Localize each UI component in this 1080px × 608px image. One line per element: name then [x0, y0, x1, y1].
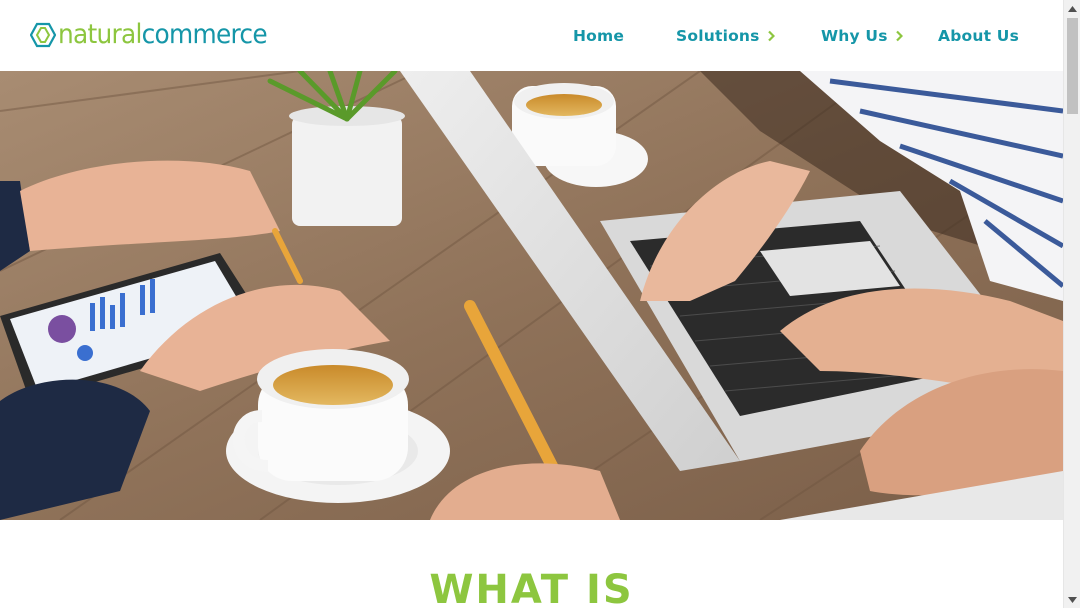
nav-item-label: About Us: [938, 27, 1019, 45]
nav-item-why-us[interactable]: Why Us: [821, 24, 903, 48]
scrollbar-thumb[interactable]: [1067, 18, 1078, 114]
chevron-right-icon: [895, 30, 903, 42]
brand-logo-icon: [30, 22, 56, 48]
nav-item-label: Home: [573, 27, 625, 45]
brand-name-part1: natural: [58, 19, 142, 50]
hero-image: [0, 71, 1063, 520]
vertical-scrollbar[interactable]: [1063, 0, 1080, 608]
nav-item-home[interactable]: Home: [573, 24, 624, 48]
logo-link[interactable]: naturalcommerce: [30, 17, 285, 53]
site-header: naturalcommerce Home Solutions Why Us Ab…: [0, 0, 1063, 71]
nav-item-label: Solutions: [676, 27, 760, 45]
nav-item-solutions[interactable]: Solutions: [676, 24, 775, 48]
section-title: WHAT IS: [429, 567, 634, 608]
page: naturalcommerce Home Solutions Why Us Ab…: [0, 0, 1063, 608]
arrow-down-icon[interactable]: [1064, 591, 1080, 608]
arrow-up-icon[interactable]: [1064, 0, 1080, 17]
brand-name: naturalcommerce: [58, 17, 268, 53]
nav-item-about-us[interactable]: About Us: [938, 24, 1019, 48]
hero-photo-illustration: [0, 71, 1063, 520]
nav-item-label: Why Us: [821, 27, 888, 45]
chevron-right-icon: [767, 30, 775, 42]
brand-name-part2: commerce: [141, 19, 268, 50]
